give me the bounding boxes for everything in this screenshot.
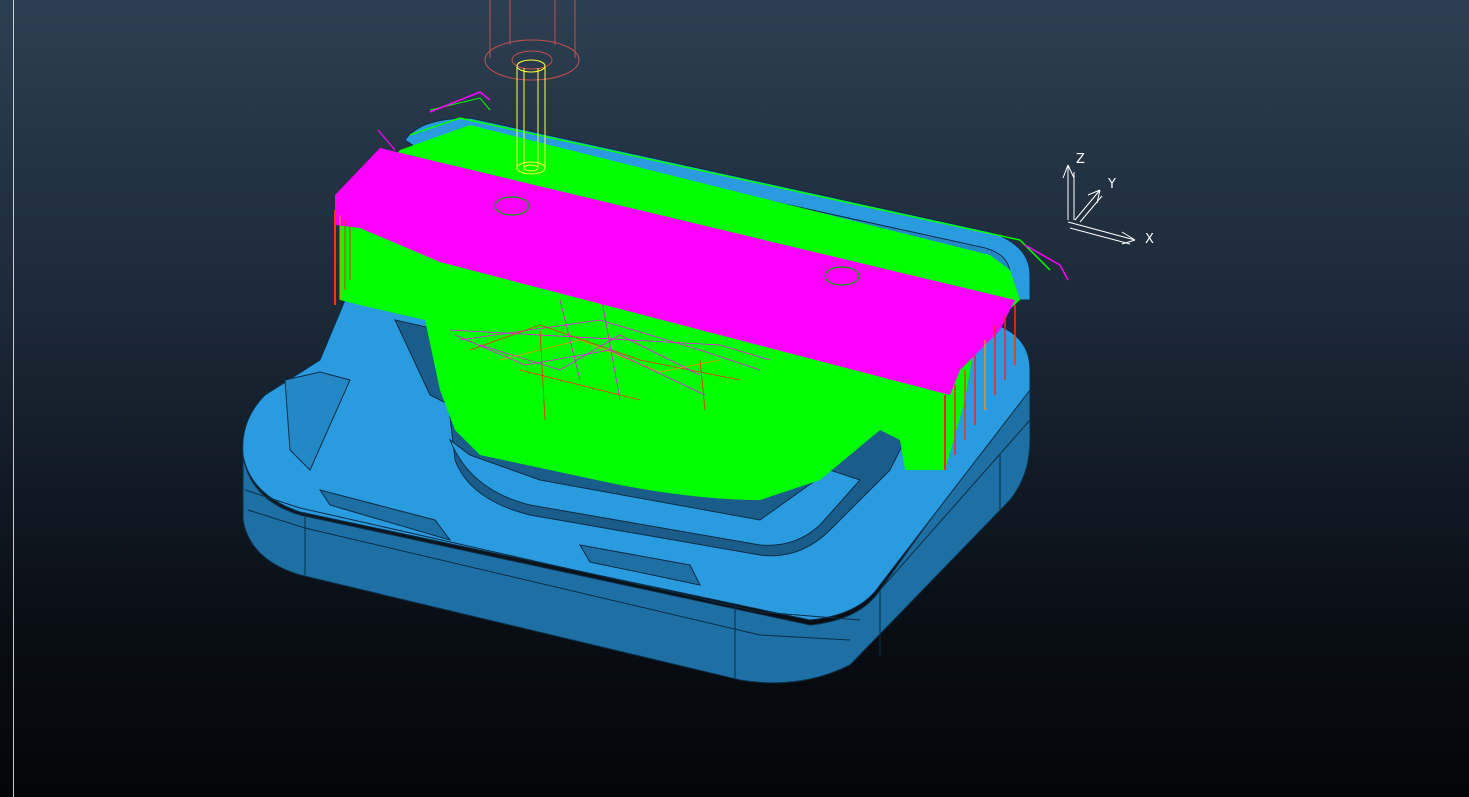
z-axis-label: Z — [1076, 152, 1085, 167]
y-axis-label: Y — [1107, 177, 1116, 192]
3d-viewport[interactable]: Z Y X — [0, 0, 1469, 797]
x-axis-label: X — [1145, 232, 1154, 247]
z-axis-arrow — [1062, 164, 1075, 220]
axis-triad: Z Y X — [1062, 152, 1154, 247]
x-axis-arrow — [1067, 221, 1136, 245]
y-axis-arrow — [1074, 189, 1101, 221]
